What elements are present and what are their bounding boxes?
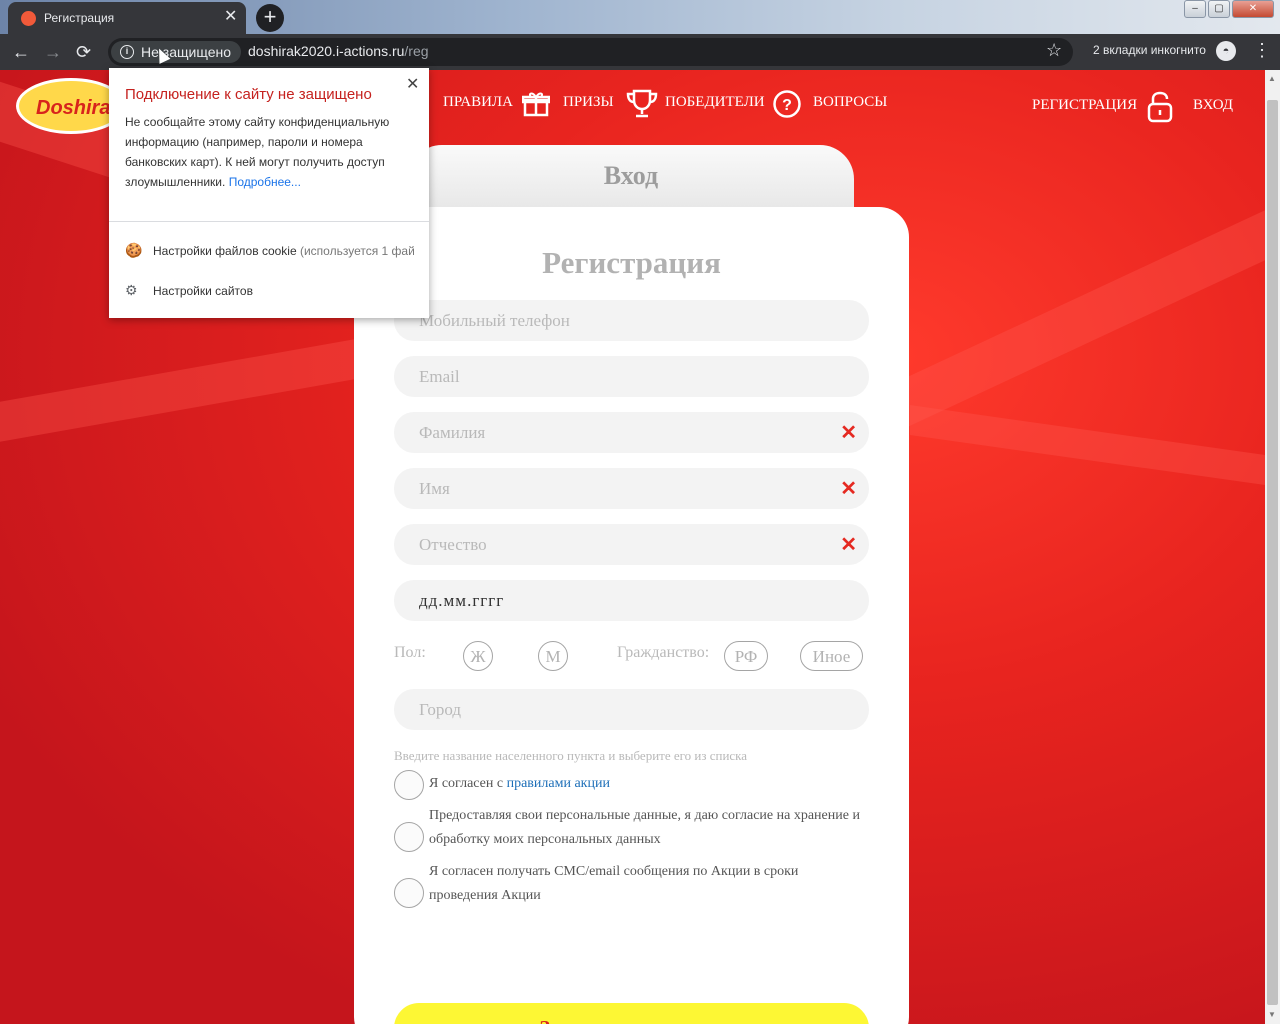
phone-field[interactable]: Мобильный телефон bbox=[394, 300, 869, 341]
email-placeholder: Email bbox=[419, 367, 460, 386]
surname-placeholder: Фамилия bbox=[419, 423, 486, 442]
patronymic-placeholder: Отчество bbox=[419, 535, 487, 554]
minimize-button[interactable]: – bbox=[1184, 0, 1206, 18]
agree-personal-text: Предоставляя свои персональные данные, я… bbox=[429, 808, 860, 847]
popup-title: Подключение к сайту не защищено bbox=[125, 86, 372, 103]
invalid-x-icon: ✕ bbox=[840, 422, 857, 444]
address-bar[interactable]: i Не защищено doshirak2020.i-actions.ru/… bbox=[108, 38, 1073, 66]
agree-rules-checkbox[interactable] bbox=[394, 770, 424, 800]
cookie-settings-row[interactable]: 🍪 Настройки файлов cookie (используется 1… bbox=[125, 242, 415, 259]
rules-link[interactable]: правилами акции bbox=[507, 776, 610, 791]
patronymic-field[interactable]: Отчество ✕ bbox=[394, 524, 869, 565]
tab-close-icon[interactable]: ✕ bbox=[224, 8, 237, 26]
background-bolt bbox=[910, 405, 1265, 485]
login-tab-label: Вход bbox=[603, 161, 659, 190]
popup-close-icon[interactable]: ✕ bbox=[406, 74, 419, 94]
bookmark-star-icon[interactable]: ☆ bbox=[1046, 40, 1062, 61]
page-scrollbar[interactable]: ▲ ▼ bbox=[1265, 70, 1280, 1024]
info-icon: i bbox=[120, 45, 134, 59]
birthdate-field[interactable]: дд.мм.гггг bbox=[394, 580, 869, 621]
nav-login[interactable]: ВХОД bbox=[1193, 97, 1233, 114]
city-hint: Введите название населенного пункта и вы… bbox=[394, 748, 748, 763]
svg-text:?: ? bbox=[782, 97, 792, 114]
agree-rules-text: Я согласен с правилами акции bbox=[429, 772, 869, 796]
nav-register[interactable]: РЕГИСТРАЦИЯ bbox=[1032, 97, 1137, 114]
scroll-down-icon[interactable]: ▼ bbox=[1268, 1010, 1276, 1019]
phone-placeholder: Мобильный телефон bbox=[419, 311, 570, 330]
unlock-icon bbox=[1147, 91, 1173, 123]
nav-rules[interactable]: ПРАВИЛА bbox=[443, 94, 513, 111]
registration-title: Регистрация bbox=[542, 245, 721, 280]
name-placeholder: Имя bbox=[419, 479, 450, 498]
register-submit-button[interactable]: Зарегистрироваться bbox=[394, 1003, 869, 1024]
nav-faq[interactable]: ВОПРОСЫ bbox=[813, 94, 887, 111]
url-path: /reg bbox=[404, 43, 429, 59]
nav-prizes[interactable]: ПРИЗЫ bbox=[563, 94, 614, 111]
gift-icon bbox=[522, 92, 550, 117]
question-icon: ? bbox=[773, 90, 801, 118]
nav-winners[interactable]: ПОБЕДИТЕЛИ bbox=[665, 94, 765, 111]
citizen-other-radio[interactable]: Иное bbox=[800, 641, 863, 671]
maximize-button[interactable]: ▢ bbox=[1208, 0, 1230, 18]
cookie-icon: 🍪 bbox=[125, 242, 143, 258]
scroll-thumb[interactable] bbox=[1267, 100, 1278, 1005]
city-placeholder: Город bbox=[419, 700, 461, 719]
background-bolt bbox=[0, 338, 360, 442]
citizen-rf-radio[interactable]: РФ bbox=[724, 641, 768, 671]
browser-toolbar: ← → ⟳ i Не защищено doshirak2020.i-actio… bbox=[0, 34, 1280, 70]
scroll-up-icon[interactable]: ▲ bbox=[1268, 74, 1276, 83]
gender-f-radio[interactable]: Ж bbox=[463, 641, 493, 671]
cookie-settings-note: (используется 1 фай... bbox=[299, 244, 415, 258]
browser-tab[interactable]: Регистрация ✕ bbox=[8, 2, 246, 34]
city-field[interactable]: Город bbox=[394, 689, 869, 730]
url-host: doshirak2020.i-actions.ru bbox=[248, 43, 405, 59]
gender-label: Пол: bbox=[394, 644, 426, 661]
site-settings-label: Настройки сайтов bbox=[153, 284, 253, 298]
popup-more-link[interactable]: Подробнее... bbox=[229, 175, 301, 189]
site-info-popup: Подключение к сайту не защищено ✕ Не соо… bbox=[109, 68, 429, 318]
url-text[interactable]: doshirak2020.i-actions.ru/reg bbox=[248, 43, 429, 59]
birthdate-placeholder: дд.мм.гггг bbox=[419, 591, 505, 610]
gear-icon: ⚙ bbox=[125, 282, 138, 298]
tab-title: Регистрация bbox=[44, 11, 115, 25]
invalid-x-icon: ✕ bbox=[840, 478, 857, 500]
registration-card: Регистрация Мобильный телефон Email Фами… bbox=[354, 207, 909, 1024]
browser-menu-icon[interactable]: ⋮ bbox=[1253, 40, 1271, 60]
forward-icon[interactable]: → bbox=[44, 41, 62, 63]
agree-personal-checkbox[interactable] bbox=[394, 822, 424, 852]
agree-rules-prefix: Я согласен с bbox=[429, 776, 507, 791]
cookie-settings-label: Настройки файлов cookie bbox=[153, 244, 297, 258]
gender-m-radio[interactable]: М bbox=[538, 641, 568, 671]
agree-sms-text: Я согласен получать СМС/email сообщения … bbox=[429, 864, 799, 903]
site-settings-row[interactable]: ⚙ Настройки сайтов bbox=[125, 282, 415, 299]
background-bolt bbox=[880, 210, 1265, 440]
reload-icon[interactable]: ⟳ bbox=[76, 41, 91, 63]
trophy-icon bbox=[626, 89, 658, 118]
popup-divider bbox=[109, 221, 429, 222]
window-close-button[interactable]: ✕ bbox=[1232, 0, 1274, 18]
citizenship-label: Гражданство: bbox=[617, 644, 710, 661]
email-field[interactable]: Email bbox=[394, 356, 869, 397]
back-icon[interactable]: ← bbox=[12, 41, 30, 63]
incognito-icon[interactable]: ◓ bbox=[1216, 41, 1236, 61]
tab-strip: Регистрация ✕ + – ▢ ✕ bbox=[0, 0, 1280, 34]
site-favicon-icon bbox=[21, 11, 36, 26]
name-field[interactable]: Имя ✕ bbox=[394, 468, 869, 509]
new-tab-button[interactable]: + bbox=[256, 4, 284, 32]
popup-body: Не сообщайте этому сайту конфиденциальну… bbox=[125, 112, 415, 192]
security-chip[interactable]: i Не защищено bbox=[111, 41, 241, 63]
incognito-label: 2 вкладки инкогнито bbox=[1093, 43, 1206, 57]
surname-field[interactable]: Фамилия ✕ bbox=[394, 412, 869, 453]
invalid-x-icon: ✕ bbox=[840, 534, 857, 556]
window-controls: – ▢ ✕ bbox=[1184, 0, 1274, 18]
agree-sms-checkbox[interactable] bbox=[394, 878, 424, 908]
